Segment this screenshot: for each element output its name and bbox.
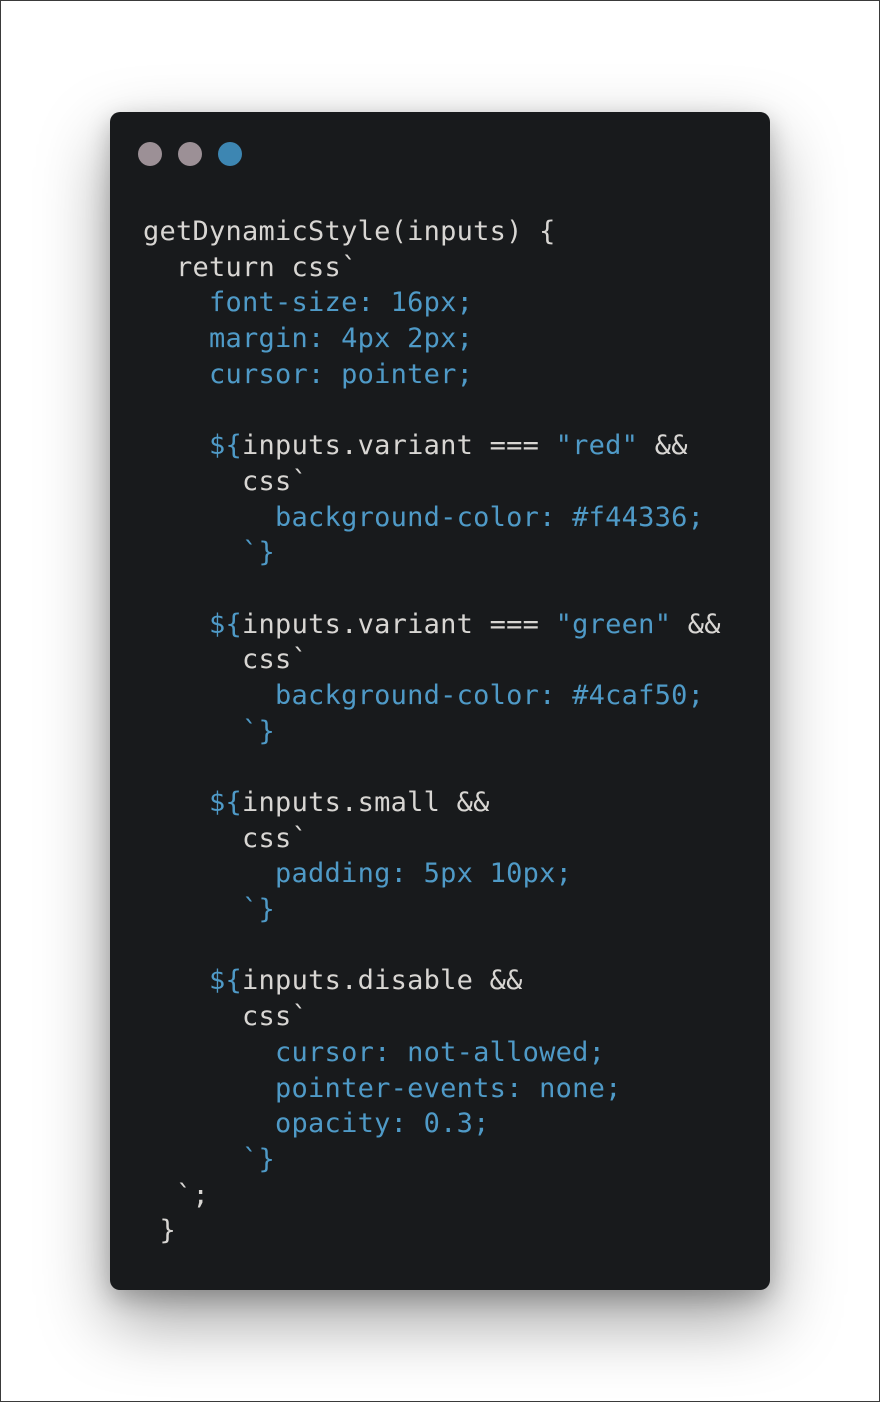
code-token: margin: 4px 2px; <box>143 323 474 355</box>
code-block: getDynamicStyle(inputs) { return css` fo… <box>143 214 721 1249</box>
code-line: padding: 5px 10px; <box>143 856 721 892</box>
code-token: cursor: not-allowed; <box>143 1036 606 1068</box>
code-token: "green" <box>555 608 672 640</box>
code-line: ${inputs.variant === "red" && <box>143 428 721 464</box>
code-line: `} <box>143 714 721 750</box>
code-line: `} <box>143 535 721 571</box>
code-token: "red" <box>555 430 639 462</box>
code-line: ${inputs.small && <box>143 785 721 821</box>
code-line: cursor: not-allowed; <box>143 1035 721 1071</box>
code-token: ${ <box>143 430 243 462</box>
code-token: inputs.disable && <box>242 965 523 997</box>
code-line: return css` <box>143 250 721 286</box>
code-token: css` <box>143 644 309 676</box>
code-token: `} <box>143 1143 276 1175</box>
code-window: getDynamicStyle(inputs) { return css` fo… <box>110 112 770 1290</box>
code-token: css` <box>143 1001 309 1033</box>
code-token: inputs.variant === <box>242 430 556 462</box>
code-line: background-color: #f44336; <box>143 500 721 536</box>
code-token: inputs.small && <box>242 787 490 818</box>
code-token: `} <box>143 715 276 747</box>
close-dot-icon[interactable] <box>138 142 162 166</box>
code-line: getDynamicStyle(inputs) { <box>143 214 721 250</box>
code-token: padding: 5px 10px; <box>143 858 573 890</box>
maximize-dot-icon[interactable] <box>218 142 242 166</box>
code-token: css` <box>143 822 309 854</box>
code-token: && <box>638 430 688 462</box>
code-token: `; <box>143 1179 210 1211</box>
code-line: css` <box>143 642 721 678</box>
code-line: font-size: 16px; <box>143 285 721 321</box>
code-token: cursor: pointer; <box>143 358 474 390</box>
code-line: opacity: 0.3; <box>143 1106 721 1142</box>
code-token: inputs.variant === <box>242 608 556 640</box>
code-token: font-size: 16px; <box>143 287 474 319</box>
window-controls <box>138 142 242 166</box>
code-token: `} <box>143 537 276 569</box>
code-token: getDynamicStyle(inputs) { <box>143 216 556 247</box>
code-line: css` <box>143 821 721 857</box>
code-token: return css` <box>143 251 358 283</box>
code-token: opacity: 0.3; <box>143 1108 490 1140</box>
code-token: } <box>143 1215 177 1247</box>
minimize-dot-icon[interactable] <box>178 142 202 166</box>
code-token: css` <box>143 465 309 497</box>
code-line: css` <box>143 464 721 500</box>
code-line: `} <box>143 892 721 928</box>
code-line: ${inputs.variant === "green" && <box>143 607 721 643</box>
code-line: } <box>143 1213 721 1249</box>
code-line: `} <box>143 1142 721 1178</box>
code-line: cursor: pointer; <box>143 357 721 393</box>
code-line: margin: 4px 2px; <box>143 321 721 357</box>
code-token: background-color: #4caf50; <box>143 679 705 711</box>
code-token: ${ <box>143 787 243 818</box>
code-token: && <box>671 608 721 640</box>
code-line: `; <box>143 1178 721 1214</box>
code-line: css` <box>143 999 721 1035</box>
code-line: pointer-events: none; <box>143 1071 721 1107</box>
code-line: ${inputs.disable && <box>143 963 721 999</box>
code-token: background-color: #f44336; <box>143 501 705 533</box>
code-token: ${ <box>143 608 243 640</box>
code-token: `} <box>143 894 276 926</box>
code-token: pointer-events: none; <box>143 1072 622 1104</box>
code-line: background-color: #4caf50; <box>143 678 721 714</box>
code-token: ${ <box>143 965 243 997</box>
